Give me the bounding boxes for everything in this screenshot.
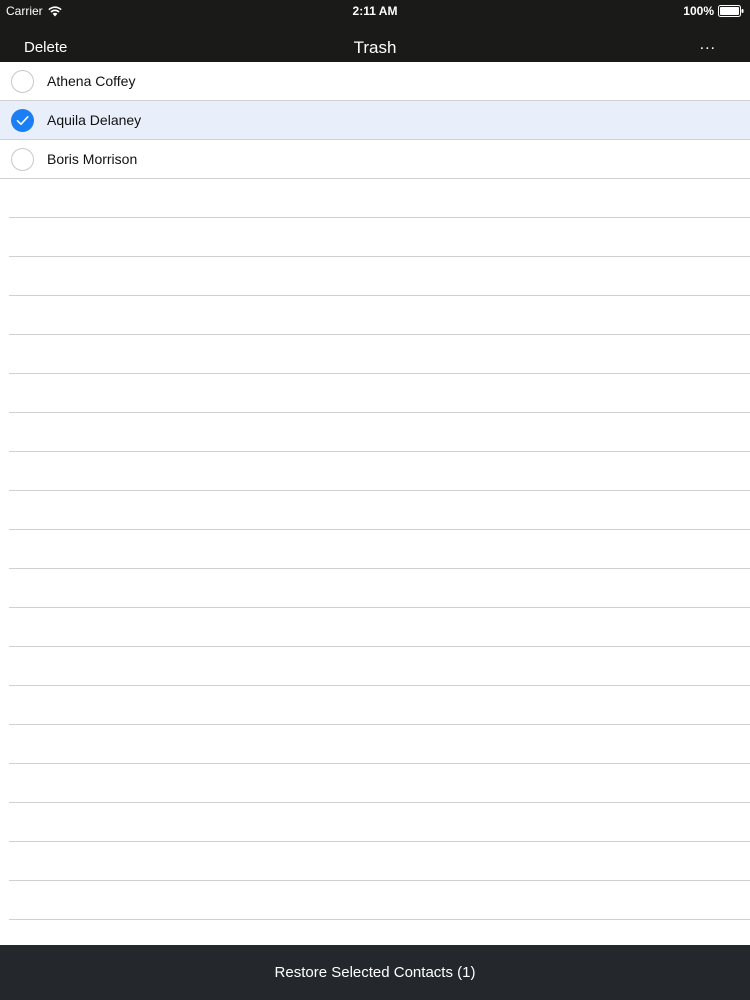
empty-row <box>9 257 750 296</box>
empty-row <box>9 647 750 686</box>
empty-row <box>9 218 750 257</box>
empty-row <box>9 296 750 335</box>
restore-selected-button[interactable]: Restore Selected Contacts (1) <box>275 964 476 981</box>
status-bar: Carrier 2:11 AM 100% <box>0 0 750 22</box>
unchecked-circle-icon[interactable] <box>11 148 34 171</box>
status-right: 100% <box>683 4 744 18</box>
empty-row <box>9 803 750 842</box>
trash-screen: Carrier 2:11 AM 100% Delete Trash ... At… <box>0 0 750 1000</box>
header: Carrier 2:11 AM 100% Delete Trash ... <box>0 0 750 62</box>
empty-row <box>9 881 750 920</box>
empty-row <box>9 686 750 725</box>
page-title: Trash <box>353 38 397 57</box>
empty-row <box>9 374 750 413</box>
more-button[interactable]: ... <box>700 36 716 54</box>
status-time: 2:11 AM <box>352 4 398 18</box>
contacts-list: Athena Coffey Aquila Delaney Boris Morri… <box>0 62 750 945</box>
empty-row <box>9 491 750 530</box>
empty-row <box>9 725 750 764</box>
contact-row[interactable]: Boris Morrison <box>0 140 750 179</box>
contact-row[interactable]: Athena Coffey <box>0 62 750 101</box>
empty-row <box>9 920 750 945</box>
empty-row <box>9 179 750 218</box>
contact-name: Boris Morrison <box>47 151 138 167</box>
empty-row <box>9 530 750 569</box>
empty-row <box>9 569 750 608</box>
unchecked-circle-icon[interactable] <box>11 70 34 93</box>
contact-name: Athena Coffey <box>47 73 136 89</box>
battery-percent: 100% <box>683 4 714 18</box>
contact-name: Aquila Delaney <box>47 112 142 128</box>
battery-icon <box>718 5 744 17</box>
empty-row <box>9 764 750 803</box>
empty-row <box>9 335 750 374</box>
checkmark-circle-icon[interactable] <box>11 109 34 132</box>
contact-row-selected[interactable]: Aquila Delaney <box>0 101 750 140</box>
nav-bar: Delete Trash ... <box>0 22 750 62</box>
empty-row <box>9 413 750 452</box>
bottom-toolbar: Restore Selected Contacts (1) <box>0 945 750 1000</box>
empty-row <box>9 842 750 881</box>
empty-row <box>9 608 750 647</box>
empty-row <box>9 452 750 491</box>
